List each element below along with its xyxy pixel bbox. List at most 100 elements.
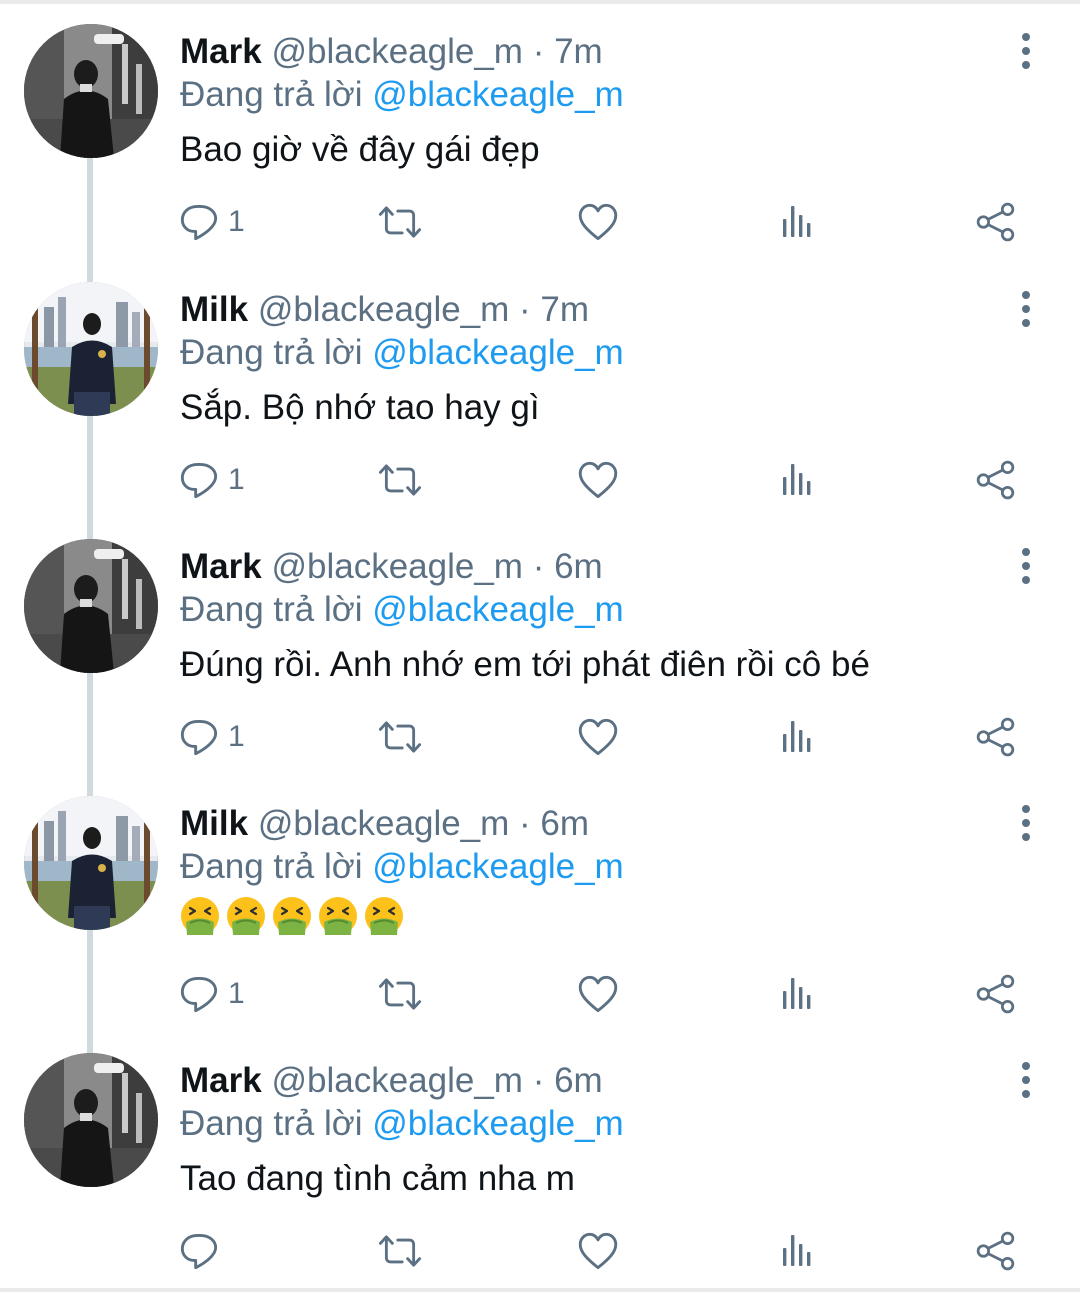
tweet-header: Mark @blackeagle_m · 6m xyxy=(180,1057,603,1105)
retweet-button[interactable] xyxy=(376,1227,424,1275)
tweet-text: Đúng rồi. Anh nhớ em tới phát điên rồi c… xyxy=(180,645,870,684)
retweet-button[interactable] xyxy=(376,713,424,761)
display-name[interactable]: Mark xyxy=(180,32,262,71)
analytics-button[interactable] xyxy=(778,1227,816,1275)
timestamp[interactable]: · 6m xyxy=(519,804,589,843)
share-icon xyxy=(976,202,1015,242)
user-handle[interactable]: @blackeagle_m xyxy=(258,290,510,329)
thread-connector xyxy=(87,1033,93,1053)
vomiting-face-emoji xyxy=(272,896,312,936)
avatar[interactable] xyxy=(24,539,158,673)
replying-to: Đang trả lời @blackeagle_m xyxy=(180,586,624,634)
like-button[interactable] xyxy=(578,970,618,1018)
thread-connector xyxy=(87,262,93,282)
replying-to: Đang trả lời @blackeagle_m xyxy=(180,329,624,377)
reply-button[interactable] xyxy=(178,1227,228,1275)
reply-to-handle-link[interactable]: @blackeagle_m xyxy=(372,847,624,886)
reply-button[interactable]: 1 xyxy=(178,970,245,1018)
tweet[interactable]: Mark @blackeagle_m · 6m Đang trả lời @bl… xyxy=(0,1033,1080,1290)
reply-button[interactable]: 1 xyxy=(178,456,245,504)
bottom-divider xyxy=(0,1288,1080,1292)
tweet[interactable]: Mark @blackeagle_m · 7m Đang trả lời @bl… xyxy=(0,4,1080,262)
retweet-button[interactable] xyxy=(376,456,424,504)
tweet-text: Tao đang tình cảm nha m xyxy=(180,1159,575,1198)
analytics-button[interactable] xyxy=(778,970,816,1018)
timestamp[interactable]: · 6m xyxy=(533,547,603,586)
more-options-icon[interactable] xyxy=(1005,545,1047,587)
retweet-icon xyxy=(378,721,422,753)
timestamp[interactable]: · 6m xyxy=(533,1061,603,1100)
reply-to-handle-link[interactable]: @blackeagle_m xyxy=(372,75,624,114)
user-handle[interactable]: @blackeagle_m xyxy=(271,1061,523,1100)
reply-to-handle-link[interactable]: @blackeagle_m xyxy=(372,333,624,372)
analytics-icon xyxy=(783,721,811,752)
like-button[interactable] xyxy=(578,456,618,504)
user-handle[interactable]: @blackeagle_m xyxy=(271,547,523,586)
display-name[interactable]: Mark xyxy=(180,547,262,586)
user-handle[interactable]: @blackeagle_m xyxy=(258,804,510,843)
share-icon xyxy=(976,717,1015,757)
tweet-text: Sắp. Bộ nhớ tao hay gì xyxy=(180,388,540,427)
display-name[interactable]: Milk xyxy=(180,290,248,329)
analytics-button[interactable] xyxy=(778,713,816,761)
like-icon xyxy=(578,1232,618,1270)
reply-icon xyxy=(180,204,218,241)
share-button[interactable] xyxy=(976,1227,1016,1275)
replying-to: Đang trả lời @blackeagle_m xyxy=(180,843,624,891)
share-icon xyxy=(976,974,1015,1014)
reply-to-handle-link[interactable]: @blackeagle_m xyxy=(372,590,624,629)
tweet[interactable]: Milk @blackeagle_m · 7m Đang trả lời @bl… xyxy=(0,262,1080,519)
like-button[interactable] xyxy=(578,1227,618,1275)
analytics-icon xyxy=(783,978,811,1009)
reply-prefix: Đang trả lời xyxy=(180,847,363,886)
avatar[interactable] xyxy=(24,1053,158,1187)
reply-button[interactable]: 1 xyxy=(178,713,245,761)
retweet-icon xyxy=(378,464,422,496)
avatar[interactable] xyxy=(24,282,158,416)
reply-count: 1 xyxy=(228,463,245,496)
replying-to: Đang trả lời @blackeagle_m xyxy=(180,71,624,119)
analytics-button[interactable] xyxy=(778,198,816,246)
share-icon xyxy=(976,460,1015,500)
share-button[interactable] xyxy=(976,970,1016,1018)
analytics-button[interactable] xyxy=(778,456,816,504)
like-icon xyxy=(578,461,618,499)
like-button[interactable] xyxy=(578,713,618,761)
display-name[interactable]: Mark xyxy=(180,1061,262,1100)
reply-count: 1 xyxy=(228,720,245,753)
timestamp[interactable]: · 7m xyxy=(533,32,603,71)
vomiting-face-emoji xyxy=(226,896,266,936)
share-button[interactable] xyxy=(976,456,1016,504)
tweet-actions xyxy=(0,1227,1080,1275)
avatar[interactable] xyxy=(24,796,158,930)
reply-count: 1 xyxy=(228,977,245,1010)
user-handle[interactable]: @blackeagle_m xyxy=(271,32,523,71)
tweet[interactable]: Milk @blackeagle_m · 6m Đang trả lời @bl… xyxy=(0,776,1080,1033)
reply-icon xyxy=(180,463,218,499)
retweet-button[interactable] xyxy=(376,970,424,1018)
reply-icon xyxy=(180,977,218,1013)
more-options-icon[interactable] xyxy=(1005,1059,1047,1101)
timestamp[interactable]: · 7m xyxy=(519,290,589,329)
reply-prefix: Đang trả lời xyxy=(180,590,363,629)
vomiting-face-emoji xyxy=(318,896,358,936)
avatar[interactable] xyxy=(24,24,158,158)
retweet-icon xyxy=(378,978,422,1010)
reply-button[interactable]: 1 xyxy=(178,198,245,246)
display-name[interactable]: Milk xyxy=(180,804,248,843)
tweet-header: Mark @blackeagle_m · 7m xyxy=(180,28,603,76)
share-button[interactable] xyxy=(976,198,1016,246)
tweet-actions: 1 xyxy=(0,713,1080,761)
tweet-header: Milk @blackeagle_m · 6m xyxy=(180,800,589,848)
retweet-button[interactable] xyxy=(376,198,424,246)
more-options-icon[interactable] xyxy=(1005,30,1047,72)
analytics-icon xyxy=(783,206,811,237)
retweet-icon xyxy=(378,1235,422,1267)
share-button[interactable] xyxy=(976,713,1016,761)
tweet[interactable]: Mark @blackeagle_m · 6m Đang trả lời @bl… xyxy=(0,519,1080,776)
tweet-text: Bao giờ về đây gái đẹp xyxy=(180,130,540,169)
reply-to-handle-link[interactable]: @blackeagle_m xyxy=(372,1104,624,1143)
more-options-icon[interactable] xyxy=(1005,802,1047,844)
like-button[interactable] xyxy=(578,198,618,246)
more-options-icon[interactable] xyxy=(1005,288,1047,330)
